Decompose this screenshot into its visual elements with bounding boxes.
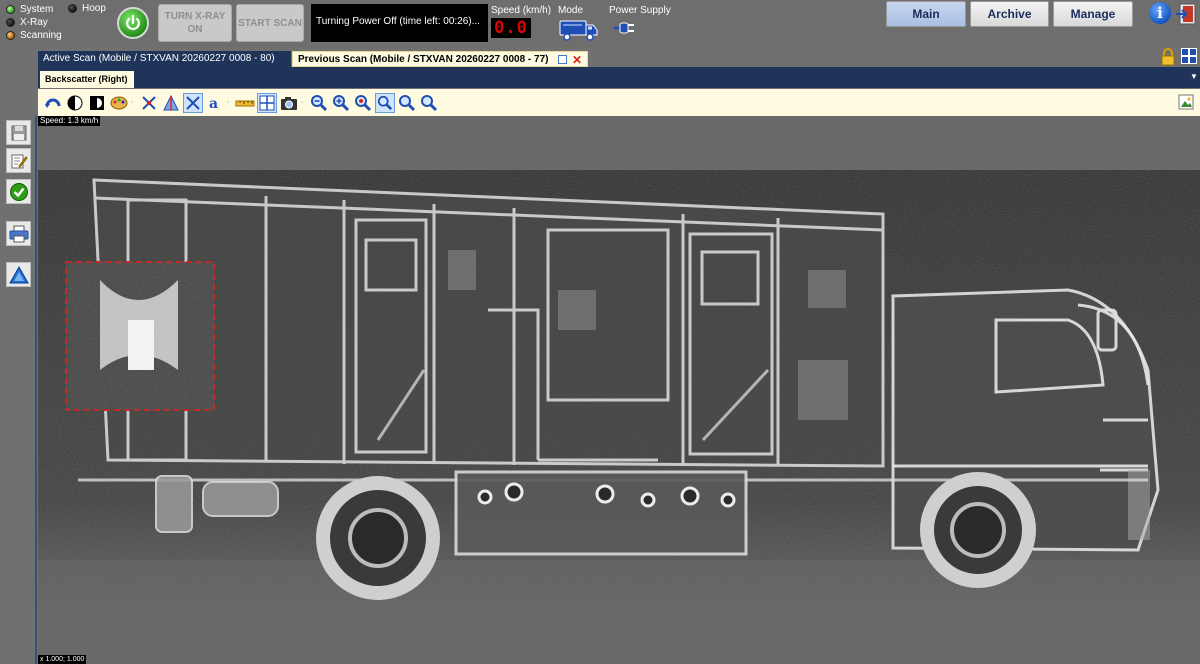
- layout-grid-icon[interactable]: [1181, 48, 1197, 64]
- export-image-icon[interactable]: [1177, 93, 1195, 116]
- triangle-icon: [8, 265, 29, 283]
- histogram-icon[interactable]: [161, 93, 181, 113]
- crosshair-icon[interactable]: [183, 92, 203, 113]
- contrast-icon[interactable]: [65, 93, 85, 113]
- zoom-overlay: x 1.000; 1.000: [38, 655, 87, 664]
- tab-active-scan[interactable]: Active Scan (Mobile / STXVAN 20260227 00…: [38, 51, 291, 67]
- left-sidebar: [0, 116, 37, 664]
- xray-scan-image[interactable]: [38, 170, 1200, 610]
- status-system: System: [6, 3, 62, 16]
- save-icon: [11, 125, 26, 140]
- tab-previous-scan-label: Previous Scan (Mobile / STXVAN 20260227 …: [298, 54, 549, 65]
- speed-overlay: Speed: 1.3 km/h: [38, 116, 101, 126]
- zoom-fit-icon[interactable]: [375, 92, 395, 113]
- zoom-window-icon[interactable]: [397, 93, 417, 113]
- start-scan-button[interactable]: START SCAN: [236, 4, 304, 42]
- info-button[interactable]: i: [1149, 2, 1171, 24]
- detach-tab-icon[interactable]: [558, 55, 567, 64]
- status-system-label: System: [20, 4, 54, 15]
- turn-xray-label-line2: ON: [187, 24, 203, 35]
- speed-label: Speed (km/h): [491, 5, 552, 16]
- camera-icon[interactable]: [279, 93, 299, 113]
- scanning-led-icon: [6, 31, 15, 40]
- toolbar-separator: ·: [301, 99, 304, 106]
- nav-main-button[interactable]: Main: [886, 1, 966, 27]
- status-xray-label: X-Ray: [20, 17, 48, 28]
- tab-previous-scan[interactable]: Previous Scan (Mobile / STXVAN 20260227 …: [292, 51, 588, 67]
- scan-viewer[interactable]: Speed: 1.3 km/h x 1.000; 1.000: [38, 116, 1200, 664]
- zoom-in-icon[interactable]: [331, 93, 351, 113]
- power-supply-label: Power Supply: [609, 5, 671, 16]
- text-annotation-icon[interactable]: a: [205, 93, 225, 113]
- info-icon: i: [1157, 4, 1163, 22]
- tab-backscatter-right[interactable]: Backscatter (Right): [40, 71, 134, 88]
- approve-button[interactable]: [6, 179, 31, 204]
- svg-text:a: a: [209, 96, 218, 112]
- status-indicators: System X-Ray Scanning: [6, 3, 62, 42]
- grid-overlay-icon[interactable]: [257, 92, 277, 113]
- power-button[interactable]: [117, 7, 149, 39]
- ruler-icon[interactable]: [235, 93, 255, 113]
- system-led-icon: [6, 5, 15, 14]
- status-scanning: Scanning: [6, 29, 62, 42]
- save-button[interactable]: [6, 120, 31, 145]
- xray-led-icon: [6, 18, 15, 27]
- rotate-icon[interactable]: [43, 93, 63, 113]
- turn-xray-label-line1: TURN X-RAY: [164, 11, 226, 22]
- top-bar: System X-Ray Scanning Hoop TURN X-RAY ON…: [0, 0, 1200, 48]
- approve-icon: [9, 182, 28, 201]
- print-button[interactable]: [6, 221, 31, 246]
- panel-dropdown-icon[interactable]: ▼: [1190, 72, 1198, 81]
- status-scanning-label: Scanning: [20, 30, 62, 41]
- print-icon: [9, 225, 28, 242]
- speed-display: 0.0: [491, 18, 531, 38]
- edit-icon: [11, 154, 28, 168]
- mode-label: Mode: [558, 5, 584, 16]
- lock-icon[interactable]: [1160, 48, 1176, 66]
- toolbar-separator: ·: [131, 99, 134, 106]
- sidebar-divider: [35, 116, 37, 664]
- status-hoop-label: Hoop: [82, 3, 106, 14]
- status-xray: X-Ray: [6, 16, 62, 29]
- edge-enhance-icon[interactable]: [139, 93, 159, 113]
- zoom-out-icon[interactable]: [309, 93, 329, 113]
- zoom-region-icon[interactable]: [353, 93, 373, 113]
- status-message: Turning Power Off (time left: 00:26)...: [311, 4, 488, 42]
- nav-manage-button[interactable]: Manage: [1053, 1, 1133, 27]
- toolbar-separator: ·: [227, 99, 230, 106]
- nav-archive-button[interactable]: Archive: [970, 1, 1049, 27]
- power-icon: [126, 14, 140, 31]
- image-toolbar: · a · ·: [38, 89, 1200, 116]
- triangle-tool-button[interactable]: [6, 262, 31, 287]
- invert-icon[interactable]: [87, 93, 107, 113]
- power-plug-icon: [614, 22, 634, 34]
- palette-icon[interactable]: [109, 93, 129, 113]
- close-tab-icon[interactable]: ✕: [572, 52, 582, 68]
- zoom-reset-icon[interactable]: [419, 93, 439, 113]
- hoop-led-icon: [68, 4, 77, 13]
- turn-xray-on-button[interactable]: TURN X-RAY ON: [158, 4, 232, 42]
- viewer-panel-header: [38, 67, 1200, 88]
- edit-button[interactable]: [6, 148, 31, 173]
- status-hoop: Hoop: [68, 3, 106, 14]
- exit-icon[interactable]: [1174, 2, 1198, 26]
- mobile-van-icon: [559, 20, 598, 41]
